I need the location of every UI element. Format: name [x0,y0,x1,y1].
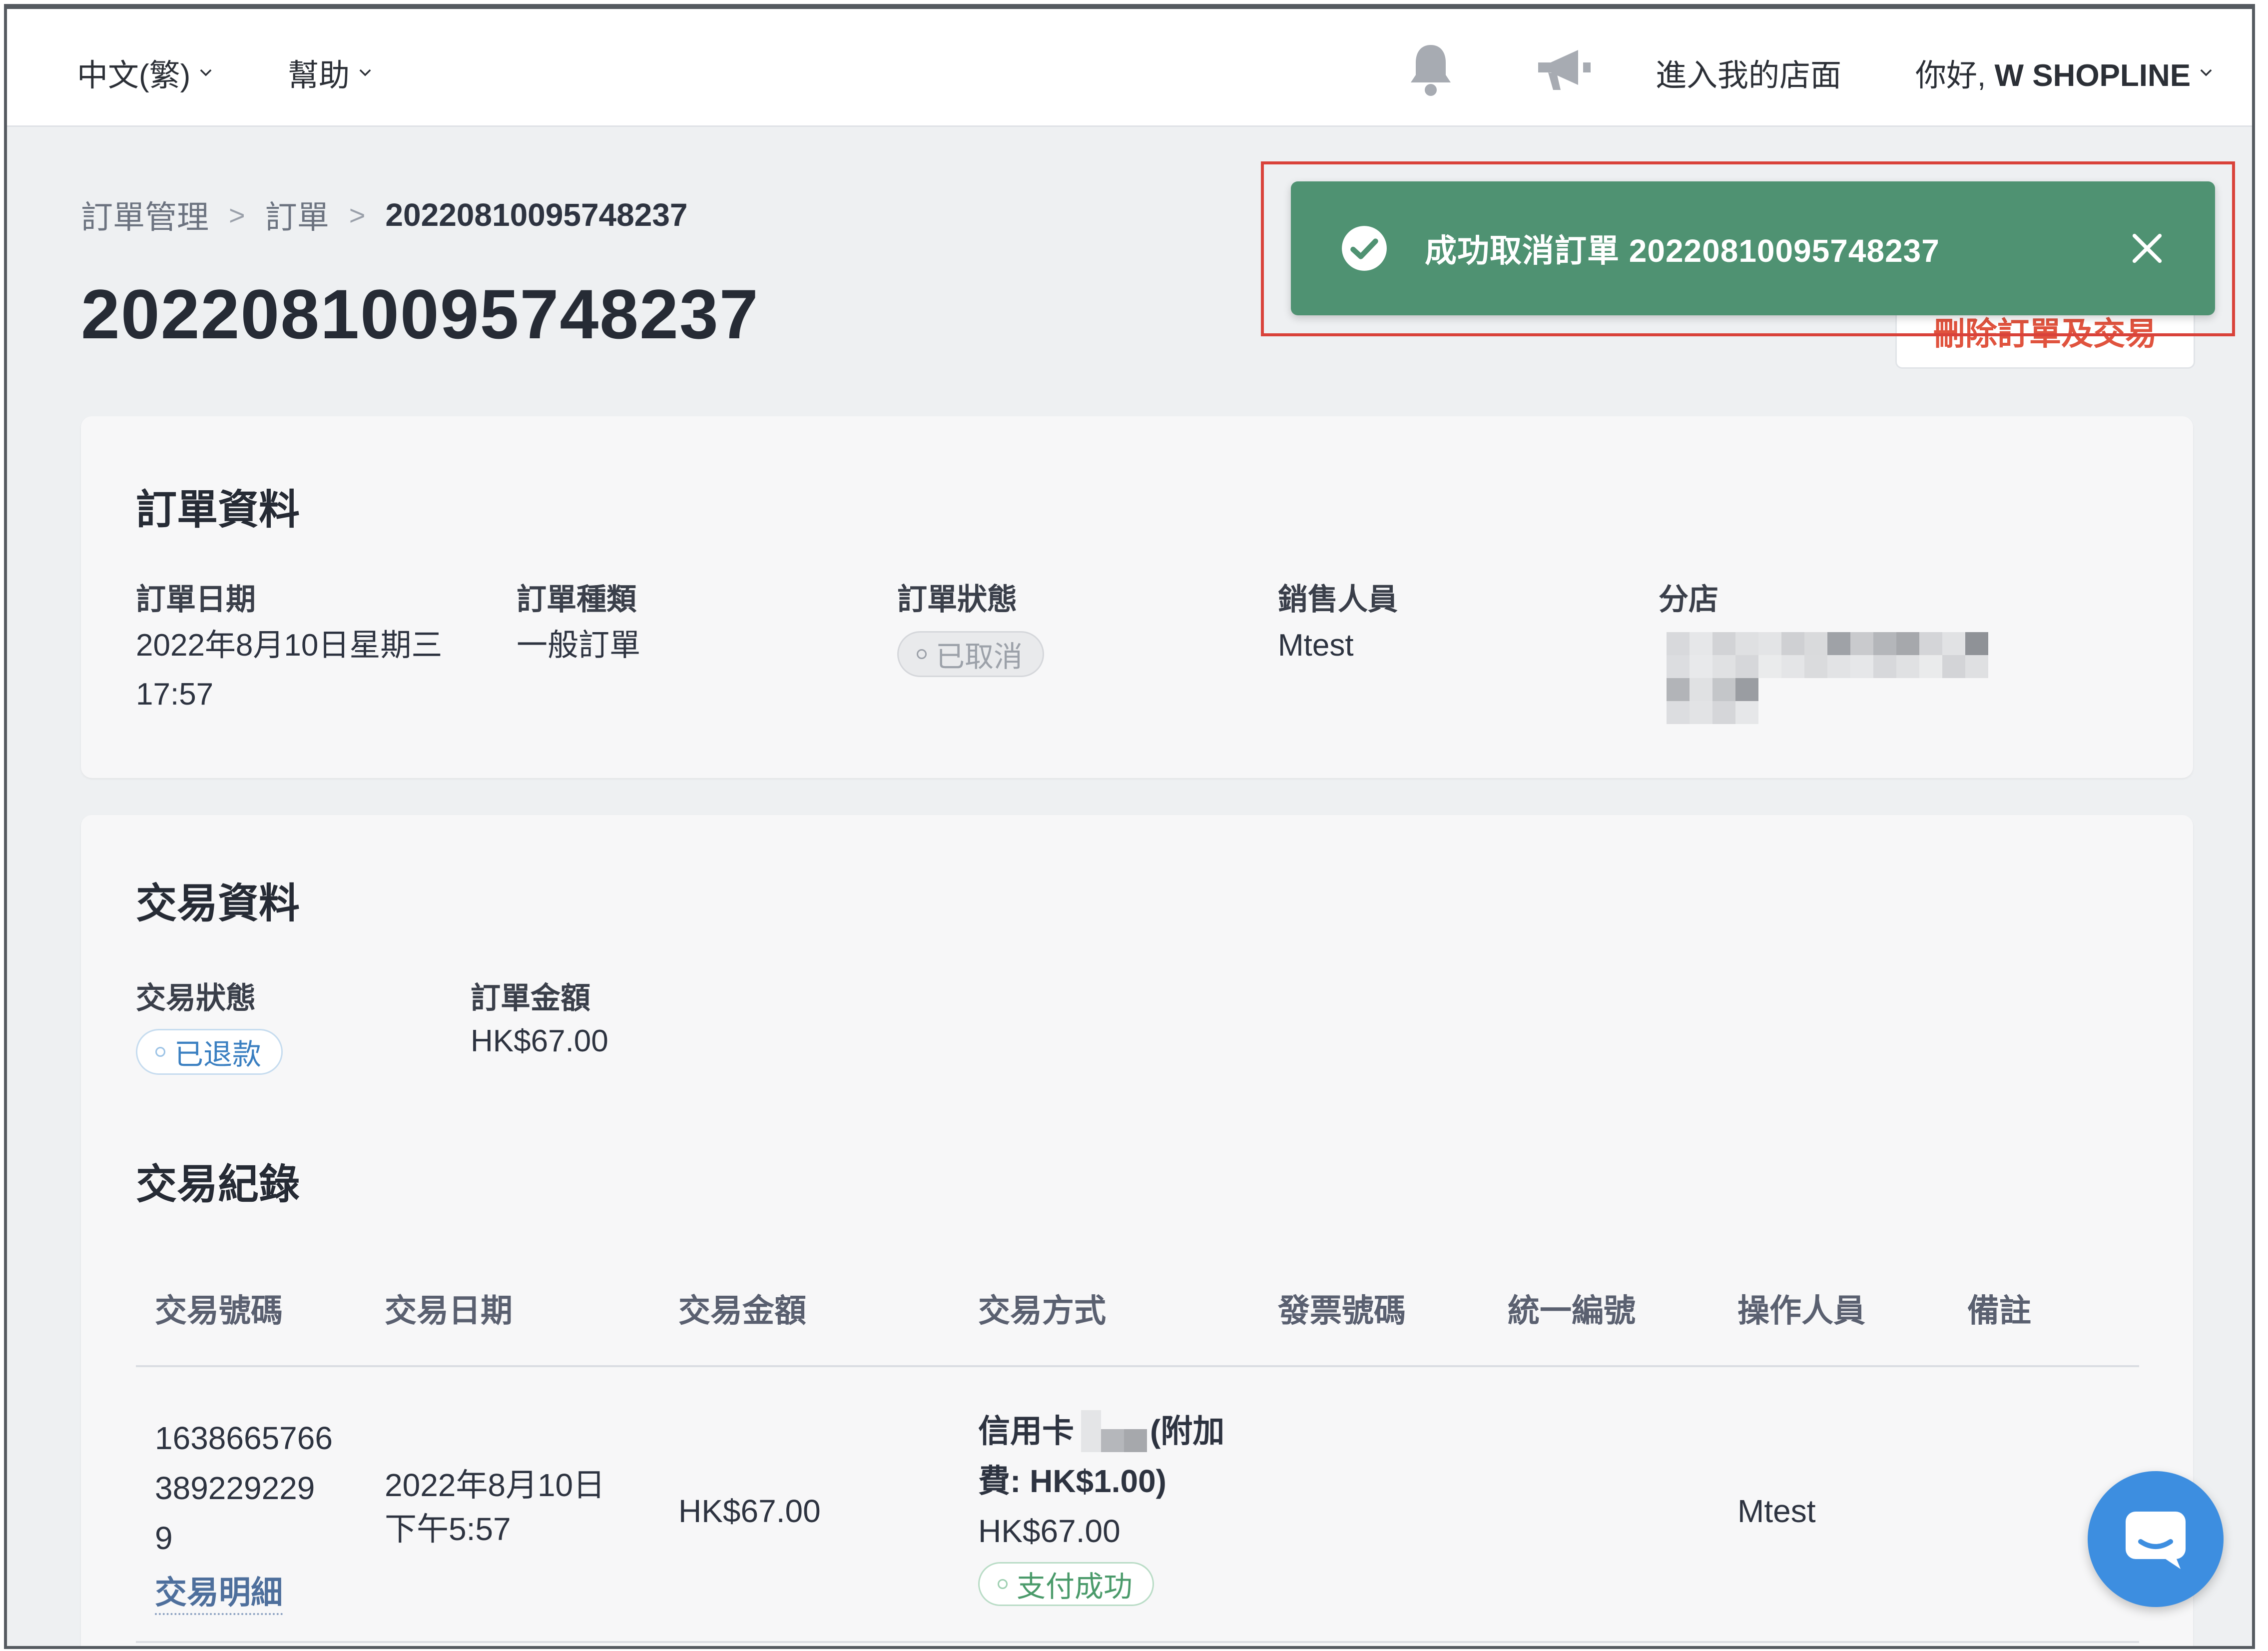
col-transaction-amount: 交易金額 [678,1293,806,1329]
success-toast: 成功取消訂單 20220810095748237 [1291,181,2215,315]
order-status-badge: 已取消 [897,631,1045,677]
transaction-no-cell: 1638665766 389229229 9 [155,1413,333,1563]
order-status-label: 訂單狀態 [897,583,1017,616]
status-dot-icon [155,1047,165,1057]
user-menu[interactable]: 你好, W SHOPLINE [1915,50,2215,95]
transaction-method-cell: 信用卡 (附加 費: HK$1.00) HK$67.00 [978,1406,1224,1556]
col-tax-id: 統一編號 [1508,1293,1636,1329]
greeting-text: 你好, W SHOPLINE [1915,50,2191,95]
status-dot-icon [917,649,927,659]
order-date-value: 2022年8月10日星期三 17:57 [136,621,442,719]
table-header-divider [136,1365,2139,1367]
order-amount-value: HK$67.00 [471,1024,608,1058]
method-line2: 費: HK$1.00) [978,1463,1166,1499]
close-icon[interactable] [2128,229,2166,267]
chat-support-button[interactable] [2088,1471,2224,1607]
enter-store-link[interactable]: 進入我的店面 [1656,50,1841,95]
col-transaction-date: 交易日期 [385,1293,513,1329]
transaction-status-text: 已退款 [174,1038,262,1071]
transaction-details-link[interactable]: 交易明細 [155,1567,283,1615]
payment-status-text: 支付成功 [1017,1571,1133,1603]
megaphone-icon[interactable] [1531,40,1596,100]
transaction-status-badge: 已退款 [136,1029,283,1075]
transaction-date-cell: 2022年8月10日 下午5:57 [385,1463,605,1551]
chevron-down-icon [2200,69,2212,76]
order-date-line1: 2022年8月10日星期三 [136,628,443,663]
card-number-redacted [1081,1410,1147,1452]
breadcrumb-order-management[interactable]: 訂單管理 [81,192,209,238]
method-surcharge-open: (附加 [1150,1413,1225,1449]
user-name: W SHOPLINE [1994,58,2191,93]
order-amount-label: 訂單金額 [471,981,590,1015]
breadcrumb-current: 20220810095748237 [385,197,688,233]
transaction-no-line2: 389229229 [155,1470,315,1506]
col-transaction-no: 交易號碼 [155,1293,283,1329]
order-date-line2: 17:57 [136,677,214,712]
help-menu[interactable]: 幫助 [288,50,374,95]
transaction-records-title: 交易紀錄 [136,1162,300,1207]
order-type-value: 一般訂單 [517,628,641,663]
transaction-status-label: 交易狀態 [136,981,256,1015]
enter-store-label: 進入我的店面 [1656,58,1842,93]
col-transaction-method: 交易方式 [978,1293,1106,1329]
col-operator: 操作人員 [1737,1293,1865,1329]
breadcrumb-separator-icon: > [349,199,366,231]
breadcrumb-orders[interactable]: 訂單 [265,192,329,238]
check-circle-icon [1342,226,1387,271]
sales-person-label: 銷售人員 [1278,583,1398,616]
col-remarks: 備註 [1967,1293,2031,1329]
language-label: 中文(繁) [77,58,191,93]
sales-person-value: Mtest [1278,628,1354,663]
greeting-prefix: 你好, [1915,58,1995,93]
transaction-amount-cell: HK$67.00 [678,1493,821,1529]
method-card-label: 信用卡 [978,1413,1074,1449]
language-selector[interactable]: 中文(繁) [77,50,214,95]
toast-message: 成功取消訂單 20220810095748237 [1425,233,1940,269]
help-label: 幫助 [288,58,350,93]
method-line3: HK$67.00 [978,1513,1121,1549]
chat-bubble-icon [2126,1512,2186,1569]
transaction-date-line2: 下午5:57 [385,1511,511,1547]
top-navbar: 中文(繁) 幫助 進入我的店面 你好, W SHOPLINE [7,9,2252,127]
branch-redacted-mosaic [1667,632,1988,724]
chevron-down-icon [200,69,212,76]
payment-status-badge: 支付成功 [978,1562,1154,1606]
chevron-down-icon [359,69,371,76]
breadcrumb: 訂單管理 > 訂單 > 20220810095748237 [81,192,688,238]
status-dot-icon [998,1579,1008,1589]
page-title: 20220810095748237 [81,275,759,353]
transaction-info-title: 交易資料 [136,881,300,926]
app-window: 中文(繁) 幫助 進入我的店面 你好, W SHOPLINE 訂單管理 > 訂單… [4,4,2255,1649]
order-type-label: 訂單種類 [517,583,636,616]
order-status-text: 已取消 [936,641,1023,673]
operator-cell: Mtest [1737,1493,1816,1529]
order-info-title: 訂單資料 [136,487,300,533]
branch-label: 分店 [1659,583,1718,616]
transaction-date-line1: 2022年8月10日 [385,1467,605,1503]
method-line1: 信用卡 (附加 [978,1406,1224,1456]
transaction-no-line3: 9 [155,1520,173,1556]
bell-icon[interactable] [1401,40,1461,100]
breadcrumb-separator-icon: > [229,199,245,231]
table-row-divider [136,1641,2139,1643]
order-info-card: 訂單資料 訂單日期 2022年8月10日星期三 17:57 訂單種類 一般訂單 … [81,416,2193,778]
order-date-label: 訂單日期 [136,583,256,616]
col-invoice-no: 發票號碼 [1278,1293,1406,1329]
transaction-no-line1: 1638665766 [155,1420,333,1456]
